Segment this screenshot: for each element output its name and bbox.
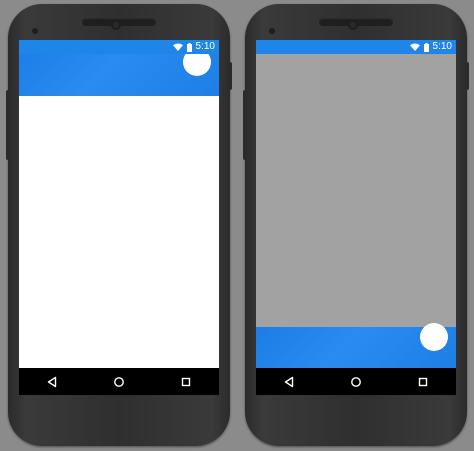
back-icon [48,376,57,387]
screen-right: 5:10 [256,40,456,395]
screen-left: 5:10 [19,40,219,395]
scrim-overlay[interactable] [256,54,456,327]
navigation-bar [256,368,456,395]
power-button [228,62,232,90]
battery-icon [423,42,429,52]
wifi-icon [172,43,183,51]
status-bar: 5:10 [19,40,219,54]
recents-button[interactable] [412,371,434,393]
volume-rocker [6,90,10,160]
status-time: 5:10 [432,41,452,52]
front-camera [111,20,121,30]
phone-left: 5:10 [6,4,232,446]
back-button[interactable] [278,371,300,393]
sheet-circle[interactable] [420,323,448,351]
back-button[interactable] [41,371,63,393]
recents-icon [181,377,190,386]
volume-rocker [243,90,247,160]
front-camera [348,20,358,30]
recents-icon [418,377,427,386]
navigation-bar [19,368,219,395]
back-icon [285,376,294,387]
two-phone-mockup: 5:10 5:10 [0,0,474,451]
home-icon [114,376,124,387]
wifi-icon [409,43,420,51]
status-bar: 5:10 [256,40,456,54]
power-button [465,62,469,90]
proximity-sensor [269,28,275,34]
home-button[interactable] [108,371,130,393]
status-time: 5:10 [195,41,215,52]
home-icon [351,376,361,387]
phone-right: 5:10 [243,4,469,446]
home-button[interactable] [345,371,367,393]
bottom-sheet [256,323,456,368]
battery-icon [186,42,192,52]
proximity-sensor [32,28,38,34]
recents-button[interactable] [175,371,197,393]
